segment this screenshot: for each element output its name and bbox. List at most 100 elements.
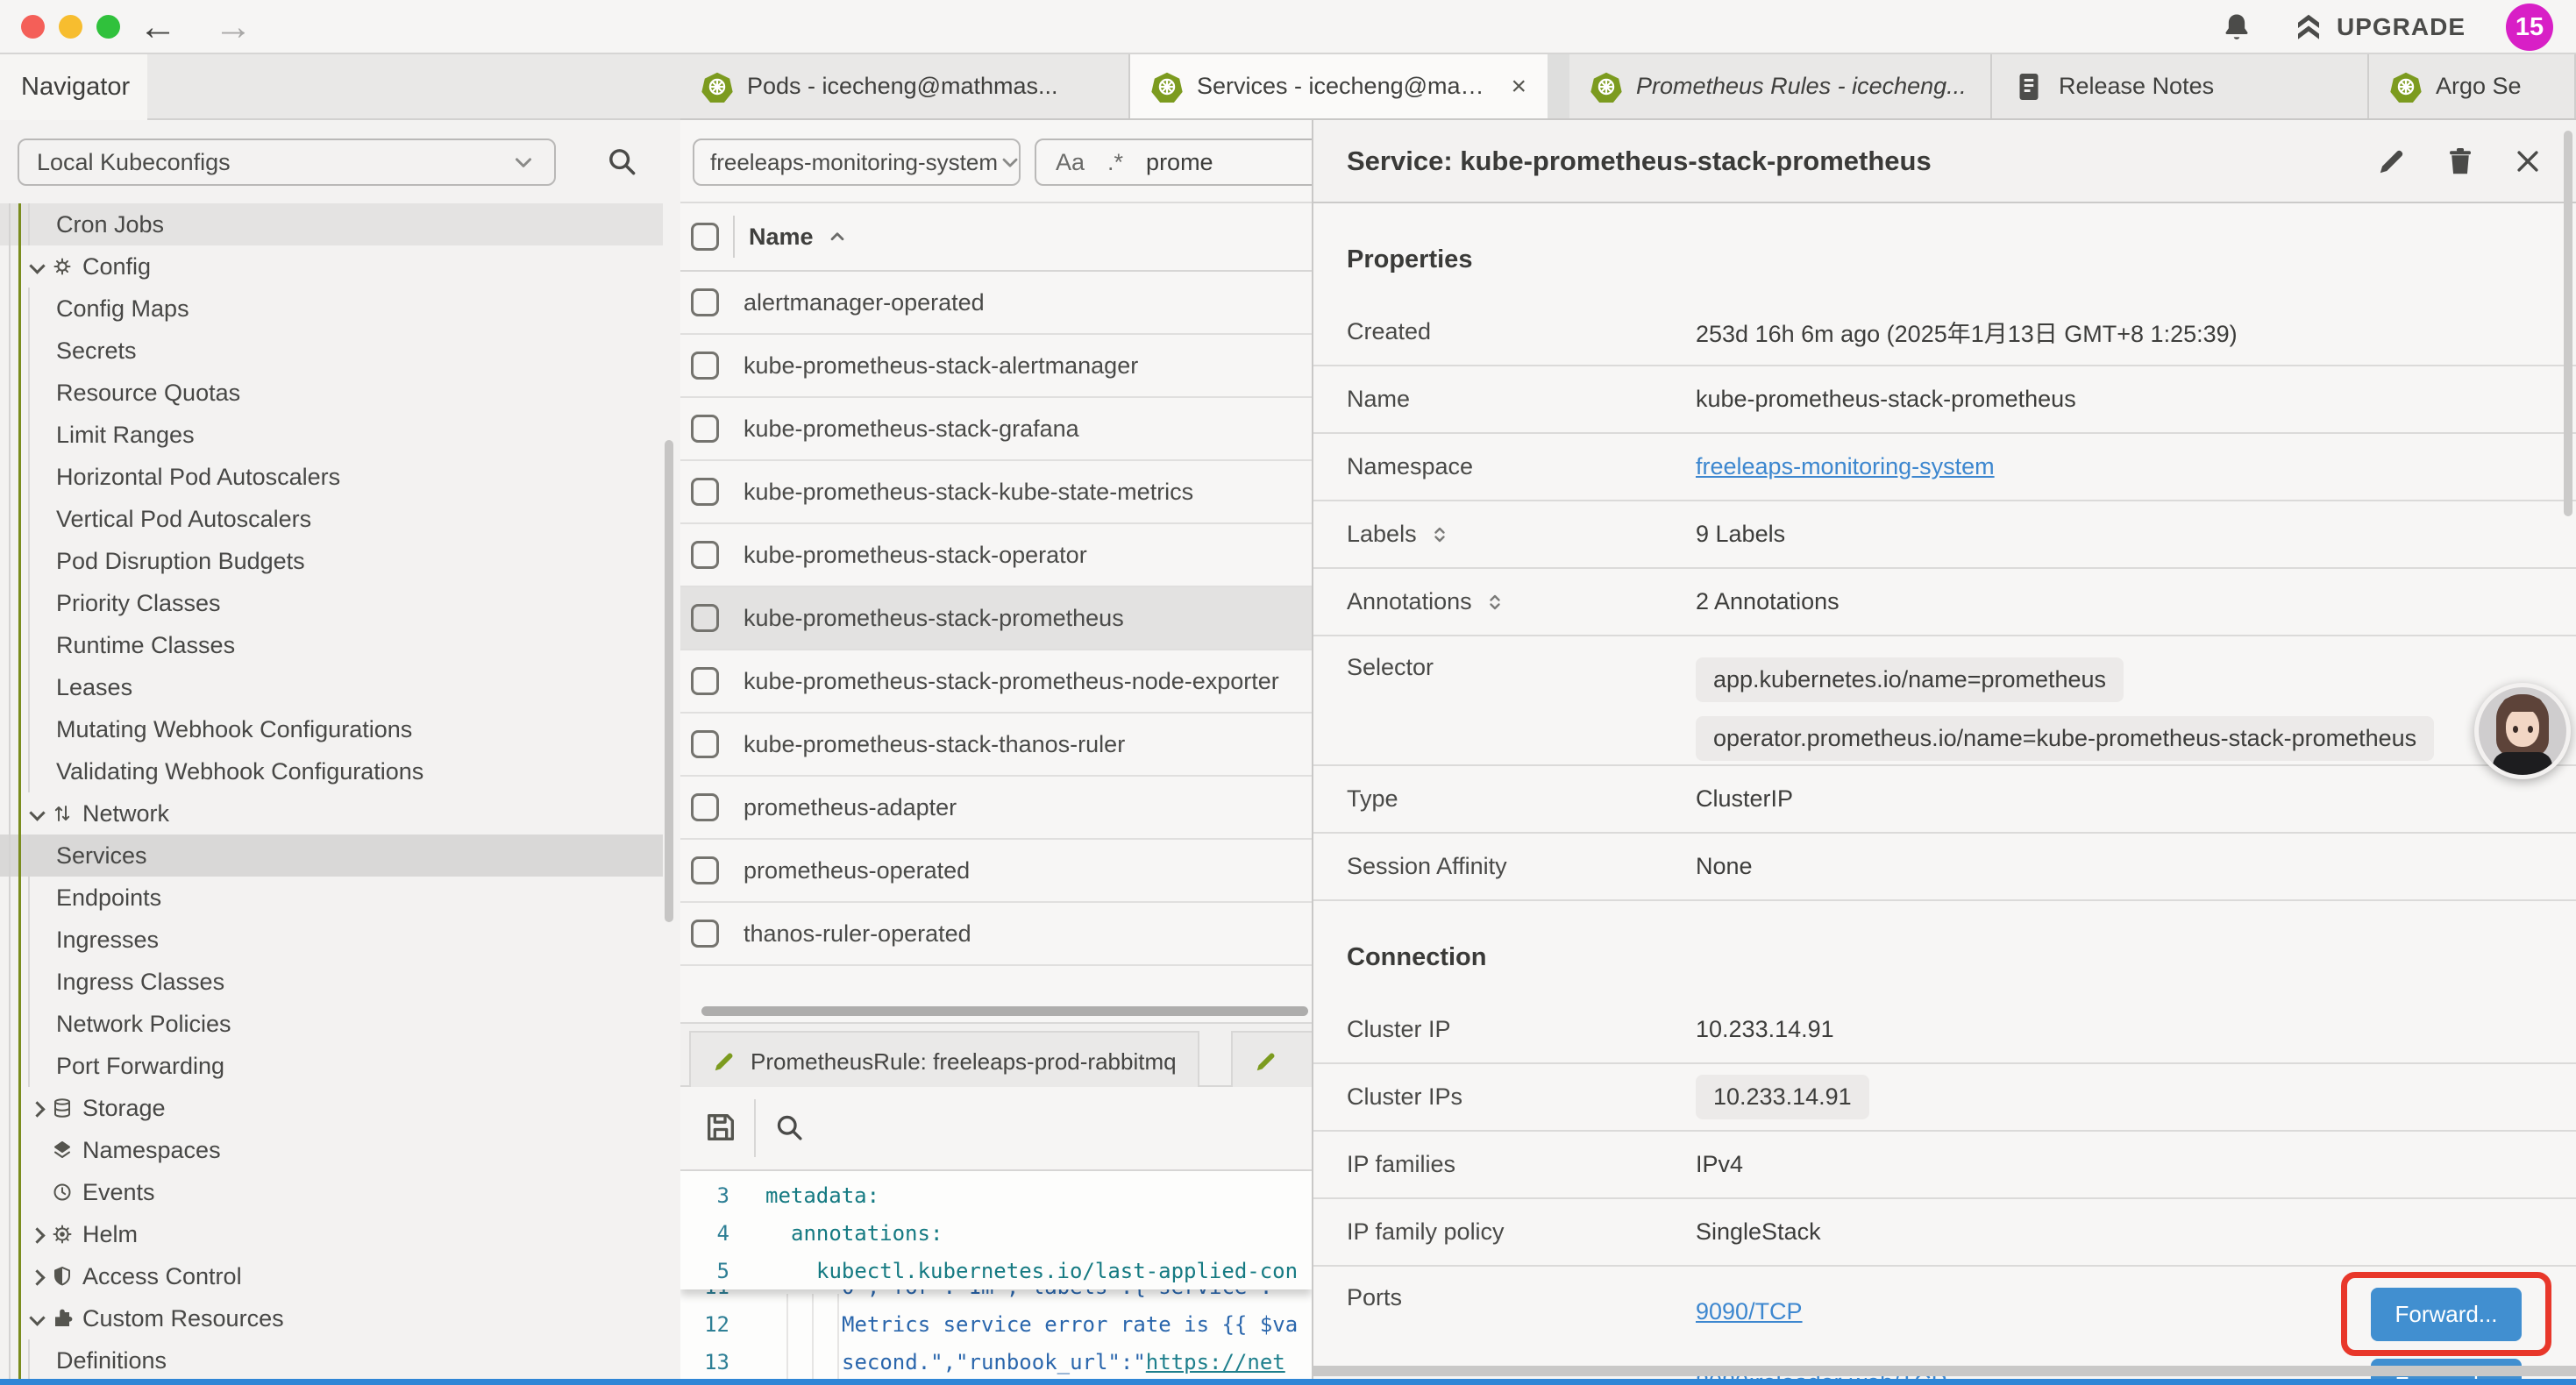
services-list-pane: freeleaps-monitoring-system Aa .* prome … — [680, 120, 1312, 1385]
row-checkbox[interactable] — [691, 415, 719, 443]
tab-prometheus-rules-icecheng[interactable]: Prometheus Rules - icecheng... — [1569, 54, 1992, 118]
sort-updown-icon[interactable] — [1429, 524, 1450, 545]
horizontal-scrollbar-thumb[interactable] — [701, 1006, 1308, 1016]
table-row[interactable]: kube-prometheus-stack-thanos-ruler — [680, 714, 1312, 777]
sidebar-item-network-policies[interactable]: Network Policies — [0, 1003, 663, 1045]
sidebar-item-events[interactable]: Events — [0, 1171, 663, 1213]
sidebar-item-endpoints[interactable]: Endpoints — [0, 877, 663, 919]
chevron-down-icon[interactable] — [30, 259, 44, 273]
panel-scrollbar[interactable] — [2564, 131, 2572, 516]
regex-toggle[interactable]: .* — [1107, 149, 1123, 176]
bell-icon[interactable] — [2221, 11, 2252, 43]
runbook-link[interactable]: https://net — [1146, 1350, 1285, 1374]
chevron-right-icon[interactable] — [30, 1227, 44, 1241]
sidebar-item-config-maps[interactable]: Config Maps — [0, 288, 663, 330]
sidebar-item-namespaces[interactable]: Namespaces — [0, 1129, 663, 1171]
sidebar-item-custom-resources[interactable]: Custom Resources — [0, 1297, 663, 1339]
sidebar-item-port-forwarding[interactable]: Port Forwarding — [0, 1045, 663, 1087]
sidebar-item-limit-ranges[interactable]: Limit Ranges — [0, 414, 663, 456]
row-checkbox[interactable] — [691, 667, 719, 695]
notification-badge[interactable]: 15 — [2506, 4, 2553, 51]
row-checkbox[interactable] — [691, 856, 719, 884]
row-checkbox[interactable] — [691, 793, 719, 821]
edit-icon[interactable] — [2376, 146, 2408, 177]
forward-arrow-icon[interactable]: → — [214, 5, 253, 49]
yaml-editor[interactable]: 3metadata:4annotations:5kubectl.kubernet… — [680, 1171, 1312, 1385]
chevron-right-icon[interactable] — [30, 1101, 44, 1115]
tab-release-notes[interactable]: Release Notes — [1992, 54, 2369, 118]
upgrade-button[interactable]: UPGRADE — [2293, 11, 2466, 43]
forward-button[interactable]: Forward... — [2371, 1288, 2522, 1341]
tab-services-icecheng-math[interactable]: Services - icecheng@math...× — [1130, 54, 1548, 118]
chevron-down-icon[interactable] — [30, 806, 44, 820]
row-checkbox[interactable] — [691, 478, 719, 506]
sidebar-item-leases[interactable]: Leases — [0, 666, 663, 708]
search-icon[interactable] — [773, 1112, 805, 1143]
chevron-down-icon[interactable] — [30, 1311, 44, 1325]
table-row[interactable]: alertmanager-operated — [680, 272, 1312, 335]
sidebar-item-pod-disruption-budgets[interactable]: Pod Disruption Budgets — [0, 540, 663, 582]
tab-pods-icecheng-mathmas[interactable]: Pods - icecheng@mathmas... — [680, 54, 1130, 118]
row-checkbox[interactable] — [691, 920, 719, 948]
namespace-select[interactable]: freeleaps-monitoring-system — [693, 138, 1021, 186]
row-checkbox[interactable] — [691, 352, 719, 380]
sidebar-item-horizontal-pod-autoscalers[interactable]: Horizontal Pod Autoscalers — [0, 456, 663, 498]
sidebar-item-storage[interactable]: Storage — [0, 1087, 663, 1129]
panel-horizontal-scrollbar[interactable] — [1313, 1366, 2576, 1376]
sidebar-item-config[interactable]: Config — [0, 245, 663, 288]
table-row[interactable]: kube-prometheus-stack-kube-state-metrics — [680, 461, 1312, 524]
sidebar-item-helm[interactable]: Helm — [0, 1213, 663, 1255]
editor-tab-partial[interactable] — [1231, 1031, 1312, 1090]
tab-navigator[interactable]: Navigator — [0, 54, 147, 120]
chevron-right-icon[interactable] — [30, 1269, 44, 1283]
close-icon[interactable] — [2513, 146, 2543, 176]
table-row[interactable]: thanos-ruler-operated — [680, 903, 1312, 966]
service-name: prometheus-operated — [744, 857, 970, 884]
sort-updown-icon[interactable] — [1484, 592, 1505, 613]
sidebar-item-access-control[interactable]: Access Control — [0, 1255, 663, 1297]
table-row[interactable]: kube-prometheus-stack-prometheus — [680, 587, 1312, 650]
row-checkbox[interactable] — [691, 604, 719, 632]
sidebar-item-definitions[interactable]: Definitions — [0, 1339, 663, 1381]
editor-tab-prometheusrule-freeleaps-prod-rabbitmq[interactable]: PrometheusRule: freeleaps-prod-rabbitmq — [689, 1031, 1199, 1090]
sidebar-item-resource-quotas[interactable]: Resource Quotas — [0, 372, 663, 414]
back-arrow-icon[interactable]: ← — [139, 5, 177, 49]
sidebar-item-priority-classes[interactable]: Priority Classes — [0, 582, 663, 624]
port-link-9090-tcp[interactable]: 9090/TCP — [1696, 1298, 1947, 1325]
close-window-button[interactable] — [21, 15, 45, 39]
sidebar-scrollbar[interactable] — [665, 440, 673, 922]
save-icon[interactable] — [703, 1110, 738, 1145]
sidebar-item-vertical-pod-autoscalers[interactable]: Vertical Pod Autoscalers — [0, 498, 663, 540]
sidebar-item-network[interactable]: Network — [0, 792, 663, 835]
sidebar-item-services[interactable]: Services — [0, 835, 663, 877]
table-row[interactable]: kube-prometheus-stack-grafana — [680, 398, 1312, 461]
sidebar-item-ingress-classes[interactable]: Ingress Classes — [0, 961, 663, 1003]
table-row[interactable]: kube-prometheus-stack-prometheus-node-ex… — [680, 650, 1312, 714]
table-row[interactable]: kube-prometheus-stack-alertmanager — [680, 335, 1312, 398]
sidebar-item-runtime-classes[interactable]: Runtime Classes — [0, 624, 663, 666]
assistant-avatar[interactable] — [2474, 683, 2571, 779]
sidebar-item-validating-webhook-configurations[interactable]: Validating Webhook Configurations — [0, 750, 663, 792]
row-checkbox[interactable] — [691, 288, 719, 316]
zoom-window-button[interactable] — [96, 15, 120, 39]
kubeconfig-select[interactable]: Local Kubeconfigs — [18, 138, 556, 186]
close-icon[interactable]: × — [1511, 72, 1526, 102]
tab-argo-se[interactable]: Argo Se — [2369, 54, 2576, 118]
namespace-link[interactable]: freeleaps-monitoring-system — [1696, 453, 1995, 480]
row-checkbox[interactable] — [691, 730, 719, 758]
search-icon[interactable] — [605, 145, 638, 178]
select-all-checkbox[interactable] — [691, 223, 719, 251]
sidebar-item-cron-jobs[interactable]: Cron Jobs — [0, 203, 663, 245]
sidebar-item-secrets[interactable]: Secrets — [0, 330, 663, 372]
row-checkbox[interactable] — [691, 541, 719, 569]
name-column-header[interactable]: Name — [749, 224, 849, 251]
table-row[interactable]: prometheus-adapter — [680, 777, 1312, 840]
table-row[interactable]: kube-prometheus-stack-operator — [680, 524, 1312, 587]
minimize-window-button[interactable] — [59, 15, 82, 39]
filter-input[interactable]: Aa .* prome — [1035, 138, 1312, 186]
match-case-toggle[interactable]: Aa — [1056, 149, 1085, 176]
table-row[interactable]: prometheus-operated — [680, 840, 1312, 903]
sidebar-item-ingresses[interactable]: Ingresses — [0, 919, 663, 961]
sidebar-item-mutating-webhook-configurations[interactable]: Mutating Webhook Configurations — [0, 708, 663, 750]
trash-icon[interactable] — [2444, 146, 2476, 177]
